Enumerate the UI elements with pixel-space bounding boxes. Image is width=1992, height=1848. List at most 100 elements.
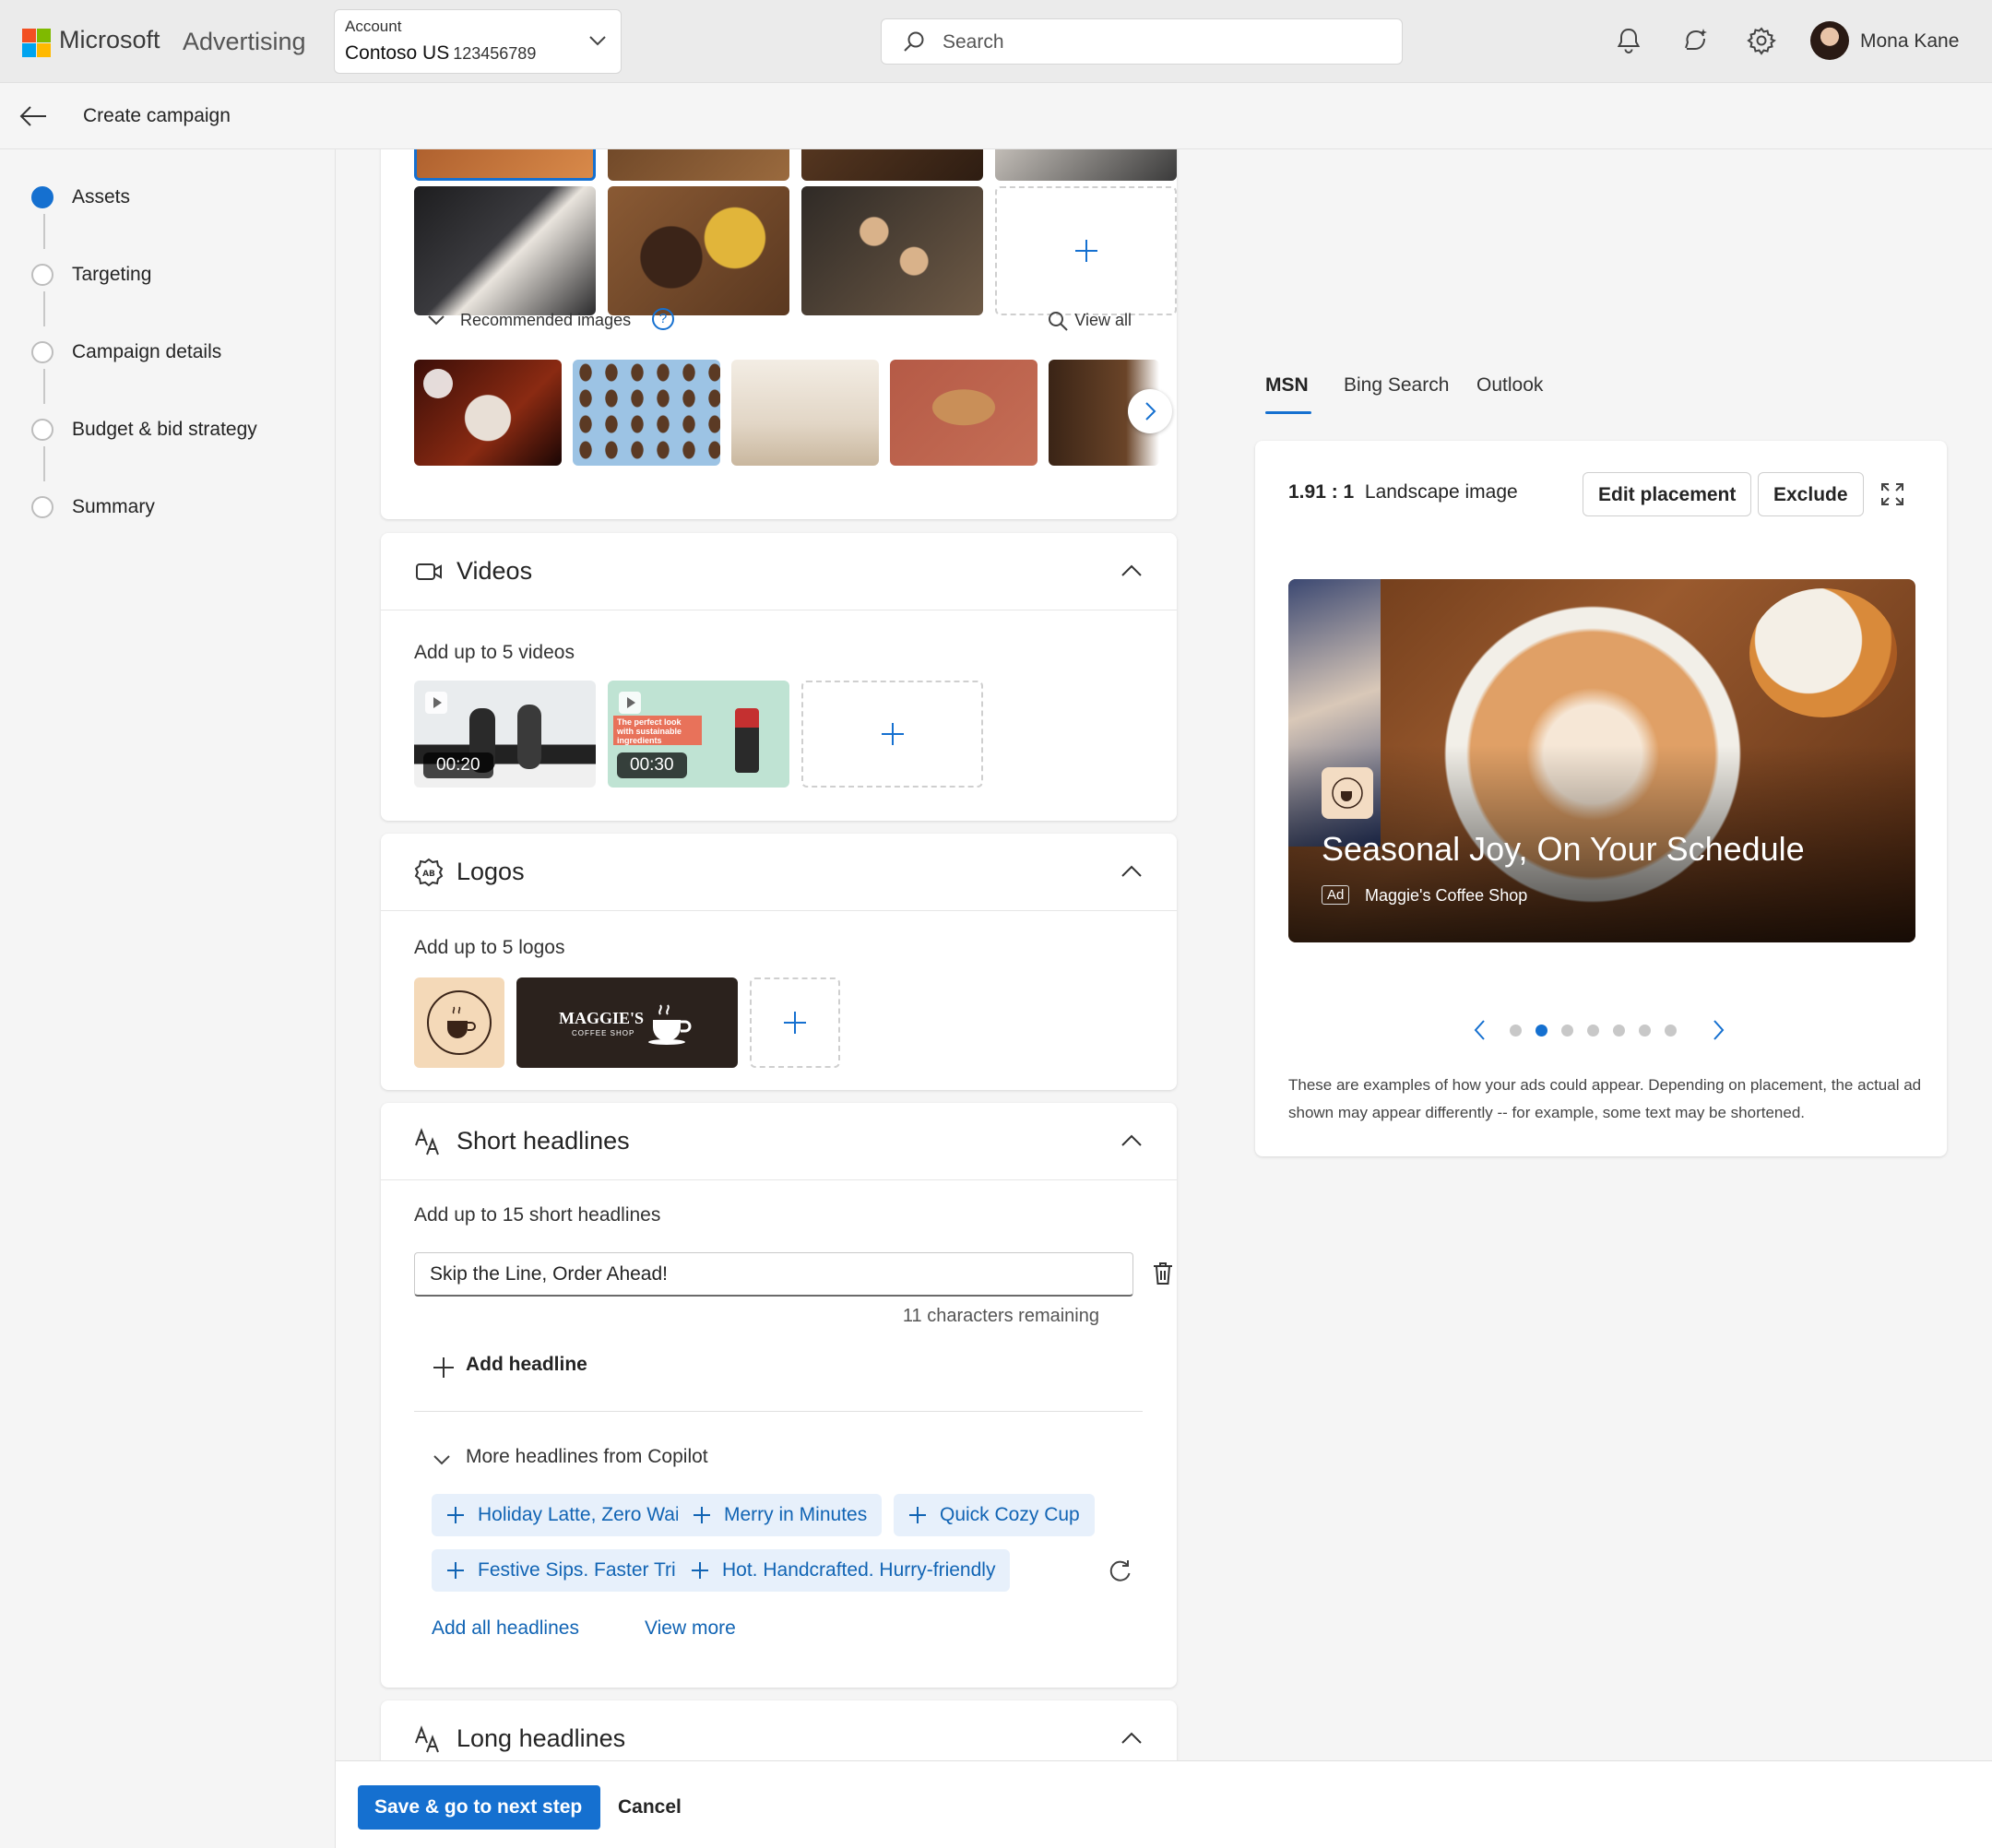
carousel-next-button[interactable] — [1128, 389, 1172, 433]
bell-icon[interactable] — [1614, 26, 1643, 55]
exclude-button[interactable]: Exclude — [1758, 472, 1864, 516]
add-all-headlines-link[interactable]: Add all headlines — [432, 1617, 579, 1640]
videos-card: Videos Add up to 5 videos 00:20 The perf… — [381, 533, 1177, 821]
ad-brand: Maggie's Coffee Shop — [1365, 886, 1528, 905]
chevron-up-icon[interactable] — [1120, 561, 1144, 581]
logo-square[interactable] — [414, 977, 504, 1068]
search-input[interactable]: Search — [943, 31, 1004, 53]
pagination-dot[interactable] — [1587, 1025, 1599, 1037]
logo-wide[interactable]: MAGGIE'S COFFEE SHOP — [516, 977, 738, 1068]
gear-icon[interactable] — [1747, 26, 1776, 55]
ad-headline: Seasonal Joy, On Your Schedule — [1322, 830, 1805, 868]
preview-pagination — [1473, 1016, 1731, 1044]
tab-bing-search[interactable]: Bing Search — [1344, 374, 1449, 397]
trash-icon[interactable] — [1152, 1262, 1174, 1285]
suggestion-chip[interactable]: Festive Sips. Faster Trips — [432, 1549, 711, 1592]
pagination-dot[interactable] — [1510, 1025, 1522, 1037]
pagination-dot[interactable] — [1665, 1025, 1677, 1037]
refresh-icon[interactable] — [1109, 1558, 1132, 1582]
image-thumb[interactable] — [608, 149, 789, 181]
view-more-link[interactable]: View more — [645, 1617, 736, 1640]
add-headline-button[interactable]: Add headline — [466, 1354, 587, 1376]
step-indicator — [31, 419, 53, 441]
step-label: Assets — [72, 186, 131, 207]
add-image-button[interactable] — [995, 186, 1177, 315]
video-thumb[interactable]: 00:20 — [414, 681, 596, 788]
chevron-left-icon[interactable] — [1473, 1018, 1488, 1042]
step-connector — [43, 446, 45, 481]
chevron-down-icon[interactable] — [427, 314, 445, 326]
ad-preview-image: Seasonal Joy, On Your Schedule Ad Maggie… — [1288, 579, 1915, 942]
pagination-dot[interactable] — [1561, 1025, 1573, 1037]
suggestion-chip[interactable]: Quick Cozy Cup — [894, 1494, 1095, 1536]
image-thumb[interactable] — [995, 149, 1177, 181]
user-name[interactable]: Mona Kane — [1860, 30, 1959, 53]
suggestion-chip[interactable]: Hot. Handcrafted. Hurry-friendly — [676, 1549, 1011, 1592]
chevron-right-icon[interactable] — [1711, 1018, 1725, 1042]
expand-icon[interactable] — [1880, 482, 1904, 506]
image-thumb[interactable] — [608, 186, 789, 315]
chevron-down-icon[interactable] — [433, 1453, 451, 1466]
chevron-up-icon[interactable] — [1120, 1131, 1144, 1151]
add-logo-button[interactable] — [750, 977, 840, 1068]
copilot-icon[interactable] — [1680, 26, 1710, 55]
step-connector — [43, 369, 45, 404]
video-product — [735, 708, 759, 773]
short-headlines-card: Short headlines Add up to 15 short headl… — [381, 1103, 1177, 1688]
video-camera-icon — [416, 563, 442, 580]
image-thumb[interactable] — [414, 149, 596, 181]
step-indicator — [31, 264, 53, 286]
step-indicator — [31, 341, 53, 363]
save-next-button[interactable]: Save & go to next step — [358, 1785, 601, 1830]
long-headlines-header: Long headlines — [381, 1700, 1177, 1760]
account-selector[interactable]: Account Contoso US 123456789 — [334, 9, 622, 74]
videos-hint: Add up to 5 videos — [414, 642, 575, 663]
add-video-button[interactable] — [801, 681, 983, 788]
pagination-dot[interactable] — [1536, 1025, 1547, 1037]
recommended-image[interactable] — [414, 360, 562, 466]
info-icon[interactable]: ? — [652, 308, 674, 330]
logo-wide-sub: COFFEE SHOP — [572, 1029, 635, 1037]
plus-icon — [784, 1012, 806, 1034]
play-icon — [619, 692, 641, 714]
short-headline-input[interactable] — [414, 1252, 1133, 1297]
suggestion-text: Merry in Minutes — [724, 1504, 868, 1525]
edit-placement-button[interactable]: Edit placement — [1583, 472, 1752, 516]
video-thumb[interactable]: The perfect look with sustainable ingred… — [608, 681, 789, 788]
image-thumb[interactable] — [414, 186, 596, 315]
ad-badge: Ad — [1322, 885, 1350, 905]
tab-msn[interactable]: MSN — [1265, 374, 1309, 397]
plus-icon — [447, 1507, 464, 1523]
recommended-image[interactable] — [890, 360, 1038, 466]
image-thumb[interactable] — [801, 149, 983, 181]
tab-outlook[interactable]: Outlook — [1476, 374, 1543, 397]
back-arrow-icon[interactable] — [18, 103, 48, 129]
avatar[interactable] — [1810, 21, 1849, 60]
chevron-right-icon — [1145, 402, 1156, 421]
recommended-image[interactable] — [573, 360, 720, 466]
videos-card-header: Videos — [381, 533, 1177, 610]
long-headlines-title: Long headlines — [456, 1724, 626, 1752]
short-headlines-hint: Add up to 15 short headlines — [414, 1204, 661, 1226]
chevron-up-icon[interactable] — [1120, 861, 1144, 882]
view-all-link[interactable]: View all — [1074, 311, 1132, 330]
chevron-up-icon[interactable] — [1120, 1728, 1144, 1748]
microsoft-logo[interactable] — [22, 29, 51, 57]
image-thumb[interactable] — [801, 186, 983, 315]
cancel-button[interactable]: Cancel — [618, 1796, 682, 1818]
pagination-dot[interactable] — [1639, 1025, 1651, 1037]
suggestion-chip[interactable]: Merry in Minutes — [678, 1494, 883, 1536]
recommended-image[interactable] — [731, 360, 879, 466]
pagination-dot[interactable] — [1613, 1025, 1625, 1037]
plus-icon[interactable] — [433, 1356, 455, 1379]
plus-icon — [694, 1507, 710, 1523]
account-label: Account — [345, 18, 402, 35]
step-navigation: Assets Targeting Campaign details Budget… — [0, 149, 336, 1848]
step-label: Targeting — [72, 264, 152, 285]
coffee-cup-logo — [427, 990, 492, 1055]
step-label: Summary — [72, 496, 155, 517]
search-box[interactable]: Search — [881, 18, 1403, 65]
characters-remaining: 11 characters remaining — [902, 1306, 1099, 1326]
video-person — [517, 705, 541, 769]
suggestion-chip[interactable]: Holiday Latte, Zero Wait — [432, 1494, 700, 1536]
